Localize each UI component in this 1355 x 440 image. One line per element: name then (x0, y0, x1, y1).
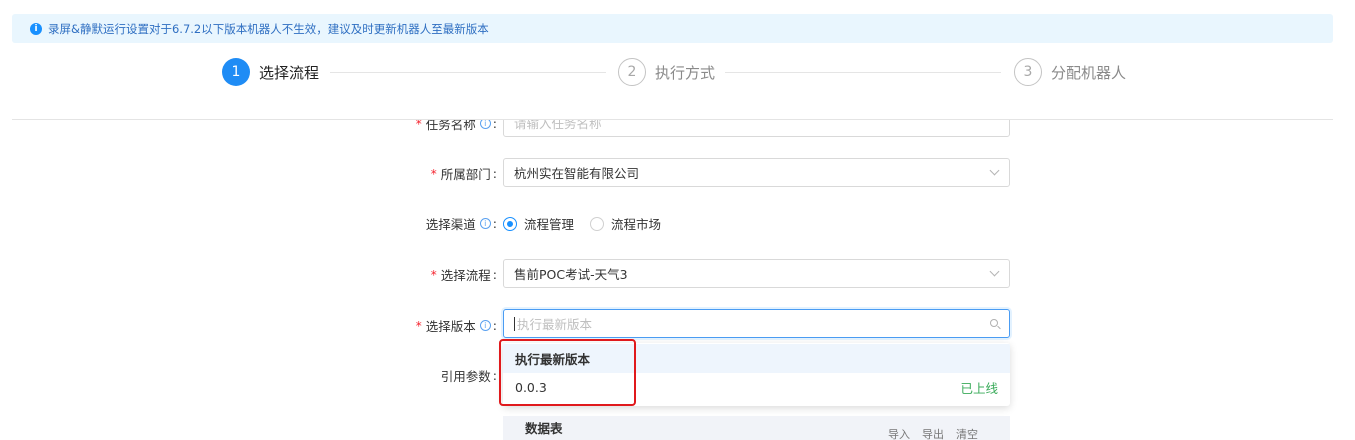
department-select[interactable]: 杭州实在智能有限公司 (503, 158, 1010, 187)
data-table-title: 数据表 (525, 420, 563, 436)
tooltip-icon[interactable]: i (479, 320, 491, 331)
header-divider (12, 119, 1333, 120)
required-mark: * (430, 166, 437, 181)
version-label: * 选择版本 i : (415, 318, 497, 334)
department-label: * 所属部门 : (430, 166, 497, 182)
data-table-header: 数据表 导入 导出 清空 (503, 416, 1010, 440)
search-icon (990, 319, 998, 327)
notice-banner: i 录屏&静默运行设置对于6.7.2以下版本机器人不生效，建议及时更新机器人至最… (12, 14, 1333, 43)
step-connector (725, 72, 1001, 73)
radio-process-management[interactable]: 流程管理 (503, 214, 574, 233)
required-mark: * (415, 318, 422, 333)
step-select-process[interactable]: 1 选择流程 (222, 58, 319, 86)
data-table-actions: 导入 导出 清空 (876, 426, 978, 440)
export-button[interactable]: 导出 (922, 426, 944, 440)
step-connector (330, 72, 606, 73)
required-mark: * (430, 267, 437, 282)
step-number: 1 (222, 58, 250, 86)
task-create-page: i 录屏&静默运行设置对于6.7.2以下版本机器人不生效，建议及时更新机器人至最… (0, 0, 1355, 440)
step-label: 执行方式 (655, 63, 716, 82)
step-number: 3 (1014, 58, 1042, 86)
annotation-highlight (499, 339, 636, 406)
radio-dot[interactable] (590, 216, 605, 231)
clear-button[interactable]: 清空 (956, 426, 978, 440)
notice-text: 录屏&静默运行设置对于6.7.2以下版本机器人不生效，建议及时更新机器人至最新版… (48, 21, 489, 36)
text-caret (514, 316, 515, 331)
step-label: 选择流程 (259, 63, 320, 82)
step-assign-robot[interactable]: 3 分配机器人 (1014, 58, 1126, 86)
version-select[interactable]: 执行最新版本 (503, 309, 1010, 338)
scroll-clip (12, 100, 1333, 119)
channel-radio-group: 流程管理 流程市场 (503, 214, 677, 233)
process-label: * 选择流程 : (430, 267, 497, 283)
params-label: 引用参数 : (440, 368, 497, 384)
channel-label: 选择渠道 i : (425, 216, 497, 232)
import-button[interactable]: 导入 (888, 426, 910, 440)
process-select[interactable]: 售前POC考试-天气3 (503, 259, 1010, 288)
radio-process-market[interactable]: 流程市场 (590, 214, 661, 233)
chevron-down-icon (989, 266, 1000, 277)
radio-dot[interactable] (503, 216, 517, 231)
info-icon: i (30, 22, 42, 35)
tooltip-icon[interactable]: i (479, 218, 491, 229)
step-number: 2 (618, 58, 646, 86)
step-label: 分配机器人 (1051, 63, 1127, 82)
step-execution-mode[interactable]: 2 执行方式 (618, 58, 715, 86)
chevron-down-icon (989, 165, 1000, 176)
status-badge: 已上线 (960, 381, 998, 396)
